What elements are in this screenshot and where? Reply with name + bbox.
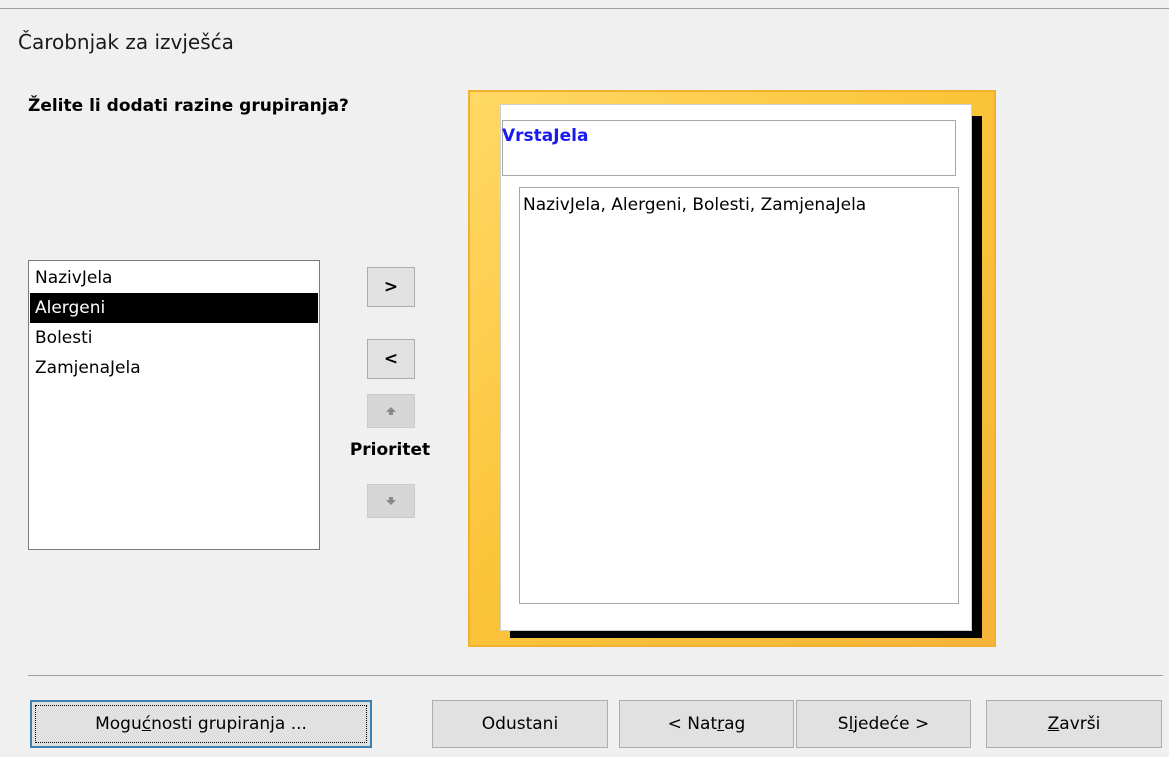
- wizard-title: Čarobnjak za izvješća: [18, 30, 234, 54]
- cancel-button[interactable]: Odustani: [432, 700, 608, 748]
- button-label: nosti grupiranja ...: [151, 714, 307, 734]
- field-list-item[interactable]: NazivJela: [30, 263, 318, 293]
- field-list-item[interactable]: ZamjenaJela: [30, 353, 318, 383]
- button-label: Mogu: [95, 714, 142, 734]
- down-arrow-icon: [386, 497, 396, 505]
- remove-grouping-button[interactable]: <: [367, 339, 415, 379]
- detail-section-box: [519, 187, 959, 604]
- bottom-divider: [28, 675, 1163, 676]
- button-label: avrši: [1059, 714, 1101, 734]
- group-field-label: VrstaJela: [502, 126, 589, 146]
- button-label: < Nat: [667, 714, 718, 734]
- field-list-item[interactable]: Bolesti: [30, 323, 318, 353]
- priority-up-button[interactable]: [367, 394, 415, 428]
- field-list-item-selected[interactable]: Alergeni: [30, 293, 318, 323]
- top-divider: [0, 8, 1169, 9]
- access-key: Z: [1047, 714, 1060, 734]
- next-button[interactable]: Sl jedeće >: [796, 700, 971, 748]
- access-key: r: [717, 714, 725, 734]
- button-label: Odustani: [481, 714, 559, 734]
- button-label: jedeće >: [853, 714, 930, 734]
- grouping-options-button[interactable]: Mogu ć nosti grupiranja ...: [30, 700, 372, 748]
- finish-button[interactable]: Završi: [986, 700, 1162, 748]
- available-fields-list[interactable]: NazivJela Alergeni Bolesti ZamjenaJela: [28, 260, 320, 550]
- button-label: S: [837, 714, 849, 734]
- priority-label: Prioritet: [349, 440, 431, 460]
- button-label: ag: [724, 714, 746, 734]
- back-button[interactable]: < Nat r ag: [619, 700, 794, 748]
- priority-down-button[interactable]: [367, 484, 415, 518]
- up-arrow-icon: [386, 407, 396, 415]
- access-key: ć: [141, 714, 152, 734]
- add-grouping-button[interactable]: >: [367, 267, 415, 307]
- detail-fields-text: NazivJela, Alergeni, Bolesti, ZamjenaJel…: [523, 195, 867, 215]
- grouping-question: Želite li dodati razine grupiranja?: [28, 96, 349, 116]
